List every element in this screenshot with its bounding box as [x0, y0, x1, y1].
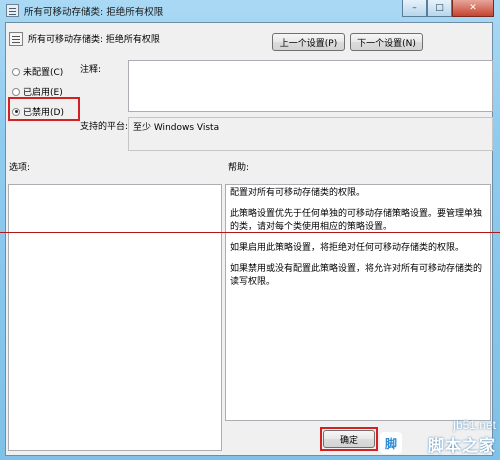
next-setting-button[interactable]: 下一个设置(N): [350, 33, 423, 51]
comment-textarea[interactable]: [128, 60, 493, 112]
options-label: 选项:: [9, 163, 31, 173]
policy-window-icon: [6, 4, 19, 17]
highlight-box-disabled: [8, 97, 80, 121]
previous-setting-button[interactable]: 上一个设置(P): [272, 33, 345, 51]
window-title: 所有可移动存储类: 拒绝所有权限: [24, 7, 164, 18]
help-paragraph: 此策略设置优先于任何单独的可移动存储策略设置。要管理单独的类，请对每个类使用相应…: [230, 209, 483, 232]
dialog-window: 所有可移动存储类: 拒绝所有权限 – □ ✕ 所有可移动存储类: 拒绝所有权限 …: [0, 0, 500, 460]
policy-setting-icon: [9, 32, 23, 46]
maximize-button[interactable]: □: [427, 0, 452, 17]
platform-value: 至少 Windows Vista: [128, 117, 493, 151]
comment-label: 注释:: [80, 65, 102, 75]
annotation-line: [0, 232, 500, 233]
watermark: jb51.net 脚本之家: [428, 418, 496, 456]
title-bar[interactable]: 所有可移动存储类: 拒绝所有权限 – □ ✕: [0, 0, 500, 22]
dialog-client-area: 所有可移动存储类: 拒绝所有权限 上一个设置(P) 下一个设置(N) 未配置(C…: [5, 22, 493, 456]
help-label: 帮助:: [228, 163, 250, 173]
radio-not-configured[interactable]: 未配置(C): [12, 65, 63, 78]
minimize-button[interactable]: –: [402, 0, 427, 17]
radio-circle[interactable]: [12, 87, 20, 96]
platform-label: 支持的平台:: [80, 122, 129, 132]
help-panel[interactable]: 配置对所有可移动存储类的权限。 此策略设置优先于任何单独的可移动存储策略设置。要…: [225, 184, 491, 421]
watermark-brand: 脚本之家: [427, 436, 496, 455]
highlight-box-ok: [320, 427, 378, 451]
help-paragraph: 如果启用此策略设置，将拒绝对任何可移动存储类的权限。: [230, 243, 465, 253]
setting-title: 所有可移动存储类: 拒绝所有权限: [28, 35, 160, 45]
watermark-logo-icon: 脚: [380, 432, 402, 454]
radio-label: 未配置(C): [23, 68, 64, 78]
help-paragraph: 配置对所有可移动存储类的权限。: [230, 188, 366, 198]
window-controls: – □ ✕: [402, 0, 494, 18]
radio-circle[interactable]: [12, 67, 20, 76]
close-button[interactable]: ✕: [452, 0, 494, 17]
options-panel[interactable]: [8, 184, 222, 451]
help-paragraph: 如果禁用或没有配置此策略设置，将允许对所有可移动存储类的读写权限。: [230, 264, 483, 287]
watermark-url: jb51.net: [453, 418, 496, 432]
